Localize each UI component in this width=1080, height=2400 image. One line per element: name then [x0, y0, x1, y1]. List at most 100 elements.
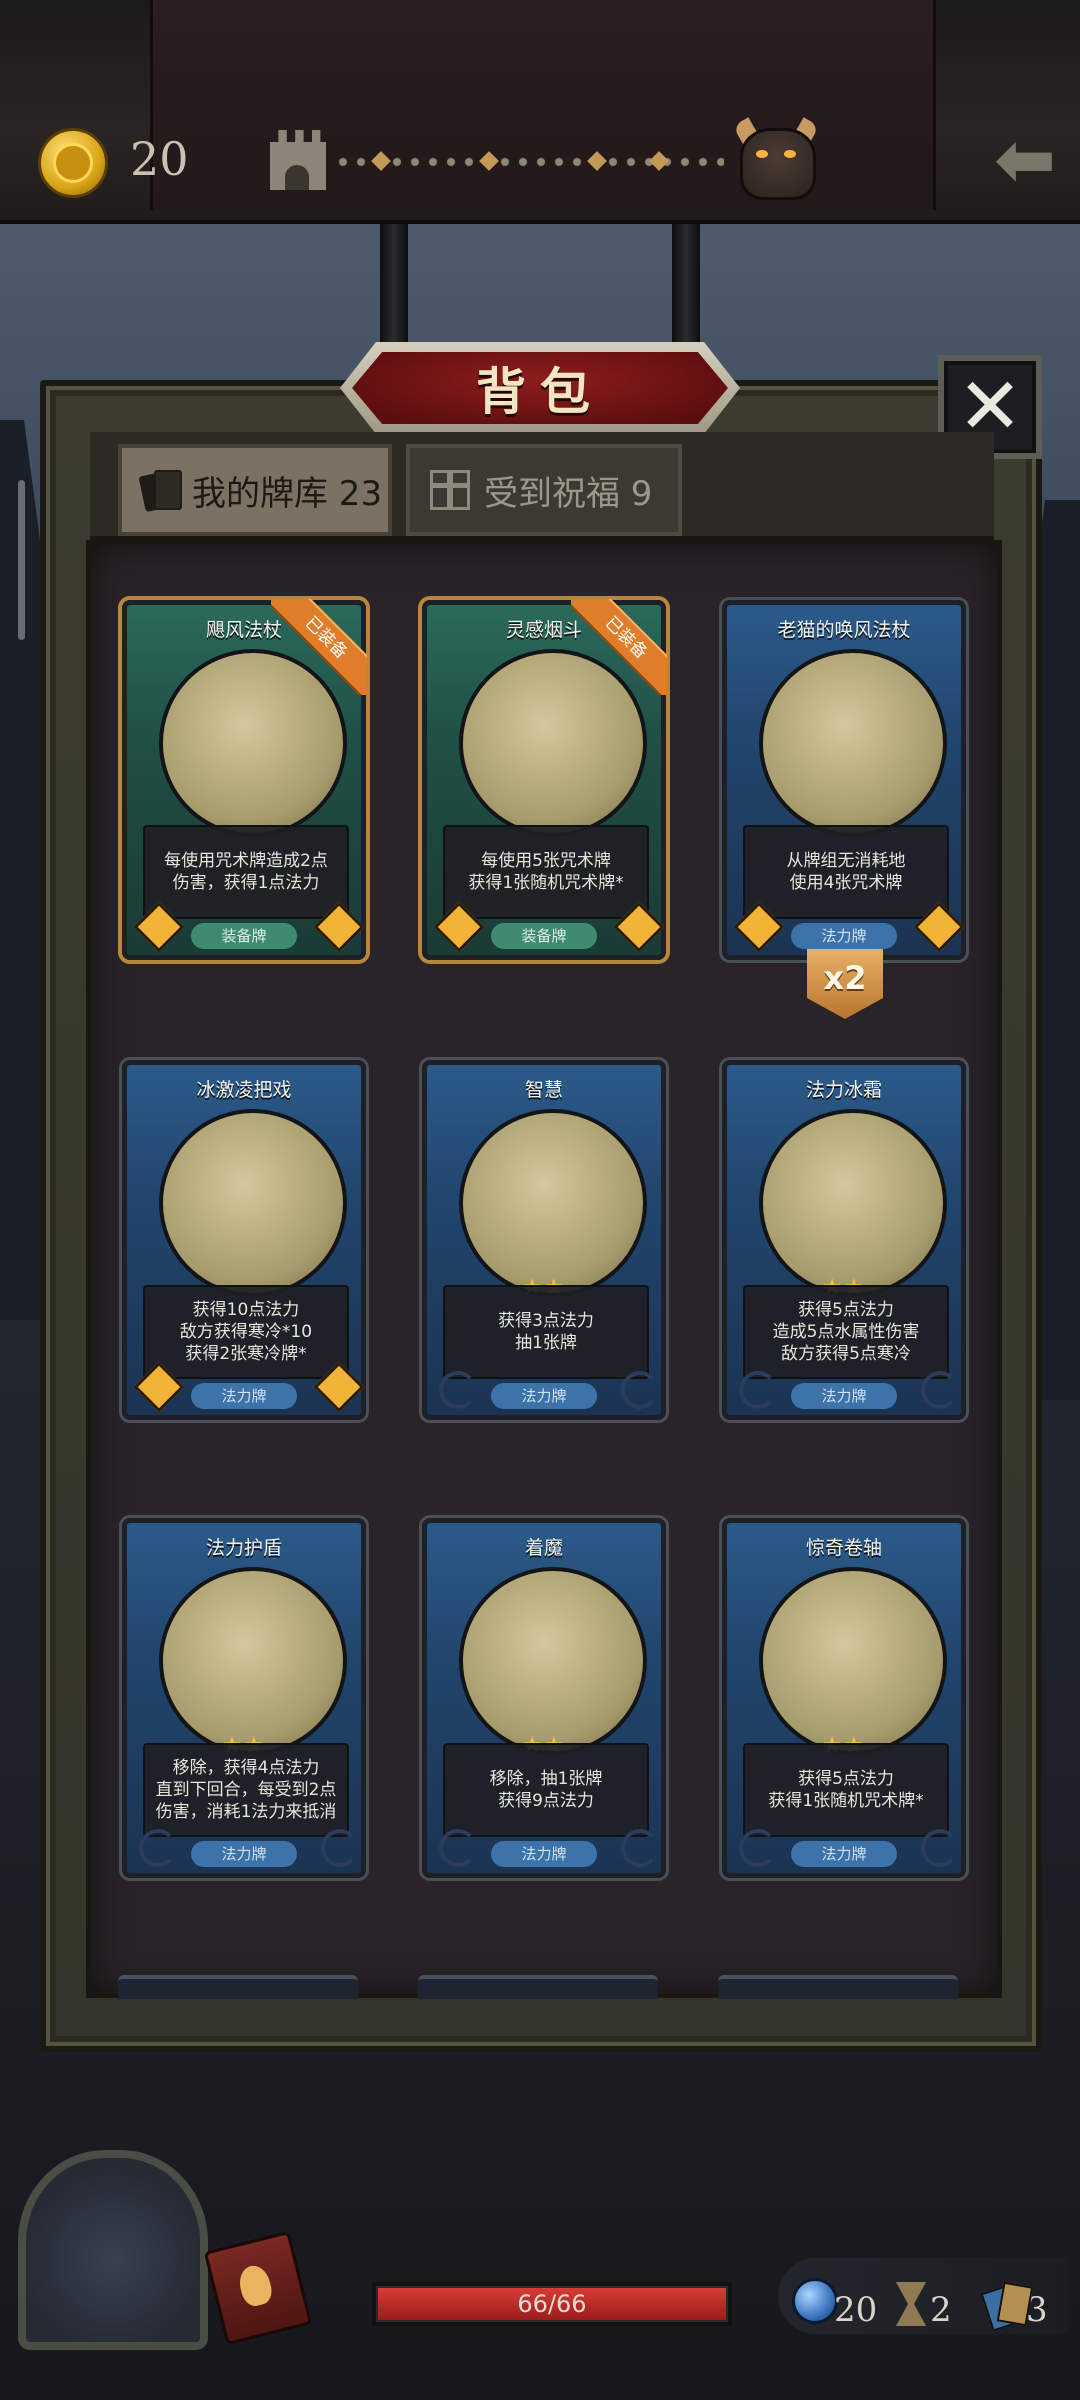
card-type-label: 装备牌: [491, 923, 597, 949]
tab-label: 受到祝福 9: [484, 473, 653, 514]
title-plate-inner: 背包: [352, 352, 728, 424]
stat-deck: 3: [986, 2264, 1048, 2330]
card-description-line: 获得1张随机咒术牌*: [768, 1791, 924, 1811]
card-3[interactable]: 冰激凌把戏 获得10点法力 敌方获得寒冷*10 获得2张寒冷牌* 法力牌: [122, 1060, 366, 1420]
card-description-line: 造成5点水属性伤害: [772, 1322, 920, 1342]
card-description-line: 伤害，获得1点法力: [172, 873, 320, 893]
back-arrow-icon[interactable]: ⬅: [985, 123, 1065, 197]
boss-eye: [784, 150, 796, 158]
boss-eye: [756, 150, 768, 158]
card-description-line: 获得3点法力: [498, 1311, 594, 1331]
mana-orb-icon: [792, 2278, 838, 2324]
hero-portrait[interactable]: [18, 2150, 208, 2350]
card-description-line: 每使用咒术牌造成2点: [164, 851, 328, 871]
card-description-line: 使用4张咒术牌: [789, 873, 903, 893]
card-type-label: 法力牌: [791, 1841, 897, 1867]
card-name: 着魔: [524, 1537, 563, 1559]
card-name: 惊奇卷轴: [805, 1537, 882, 1559]
stat-value: 2: [930, 2290, 952, 2330]
tab-blessings[interactable]: 受到祝福 9: [406, 444, 682, 536]
hp-bar: 66/66: [372, 2282, 732, 2326]
card-description-line: 获得10点法力: [192, 1300, 300, 1320]
tab-my-deck[interactable]: 我的牌库 23: [118, 444, 392, 536]
card-type-label: 法力牌: [191, 1841, 297, 1867]
card-art: [759, 1109, 947, 1297]
card-art: [159, 1567, 347, 1755]
card-art: [459, 1567, 647, 1755]
castle-door: [285, 165, 309, 190]
corner-swirl-icon: [739, 1829, 777, 1867]
card-description-line: 移除，抽1张牌: [489, 1769, 603, 1789]
card-description-line: 直到下回合，每受到2点: [155, 1780, 337, 1800]
card-peek: [418, 1975, 658, 1999]
cards-icon: [142, 468, 182, 512]
stat-mana: 20: [792, 2264, 877, 2330]
scrollbar[interactable]: [18, 480, 25, 640]
card-description: 获得3点法力 抽1张牌: [443, 1285, 649, 1379]
card-description: 获得5点法力 获得1张随机咒术牌*: [743, 1743, 949, 1837]
card-7[interactable]: 着魔★★移除，抽1张牌获得9点法力法力牌: [422, 1518, 666, 1878]
equipped-label: 已装备: [571, 599, 667, 695]
hp-text: 66/66: [517, 2290, 587, 2318]
card-description: 每使用咒术牌造成2点 伤害，获得1点法力: [143, 825, 349, 919]
card-description-line: 伤害，消耗1法力来抵消: [155, 1802, 337, 1822]
corner-swirl-icon: [439, 1371, 477, 1409]
panel-title: 背包: [476, 363, 604, 421]
card-8[interactable]: 惊奇卷轴★★获得5点法力获得1张随机咒术牌*法力牌: [722, 1518, 966, 1878]
card-description: 移除，抽1张牌 获得9点法力: [443, 1743, 649, 1837]
top-bar: [0, 0, 1080, 224]
card-2[interactable]: 老猫的唤风法杖 从牌组无消耗地 使用4张咒术牌 法力牌: [722, 600, 966, 960]
card-1[interactable]: 灵感烟斗 每使用5张咒术牌 获得1张随机咒术牌* 装备牌 已装备: [422, 599, 667, 960]
card-peek: [718, 1975, 958, 1999]
card-type-label: 法力牌: [491, 1383, 597, 1409]
card-art: [759, 649, 947, 837]
card-peek: [118, 1975, 358, 1999]
card-name: 法力护盾: [205, 1537, 282, 1559]
gift-icon: [430, 470, 470, 510]
card-description: 获得5点法力 造成5点水属性伤害 敌方获得5点寒冷: [743, 1285, 949, 1379]
card-name: 智慧: [524, 1079, 563, 1101]
equipped-ribbon: 已装备: [571, 599, 667, 695]
corner-swirl-icon: [621, 1371, 659, 1409]
equipped-label: 已装备: [271, 599, 367, 695]
tab-label: 我的牌库 23: [192, 473, 383, 514]
card-description: 获得10点法力 敌方获得寒冷*10 获得2张寒冷牌*: [143, 1285, 349, 1379]
card-5[interactable]: 法力冰霜★★获得5点法力造成5点水属性伤害敌方获得5点寒冷法力牌: [722, 1060, 966, 1420]
card-type-label: 法力牌: [791, 1383, 897, 1409]
card-description-line: 抽1张牌: [515, 1333, 577, 1353]
card-description: 从牌组无消耗地 使用4张咒术牌: [743, 825, 949, 919]
card-4[interactable]: 智慧★★获得3点法力抽1张牌法力牌: [422, 1060, 666, 1420]
corner-swirl-icon: [921, 1371, 959, 1409]
card-description-line: 移除，获得4点法力: [172, 1758, 320, 1778]
stat-turns: 2: [896, 2264, 952, 2330]
card-6[interactable]: 法力护盾★★移除，获得4点法力直到下回合，每受到2点伤害，消耗1法力来抵消法力牌: [122, 1518, 366, 1878]
hourglass-icon: [896, 2282, 926, 2326]
card-0[interactable]: 飓风法杖 每使用咒术牌造成2点 伤害，获得1点法力 装备牌 已装备: [122, 599, 367, 960]
card-name: 老猫的唤风法杖: [777, 619, 911, 641]
card-art: [759, 1567, 947, 1755]
deck-icon: [986, 2282, 1030, 2326]
boss-icon[interactable]: [740, 128, 816, 200]
card-description: 移除，获得4点法力 直到下回合，每受到2点 伤害，消耗1法力来抵消: [143, 1743, 349, 1837]
card-art: [159, 1109, 347, 1297]
top-banner: [150, 0, 936, 210]
card-description-line: 敌方获得寒冷*10: [179, 1322, 313, 1342]
card-description-line: 获得5点法力: [798, 1300, 894, 1320]
equipped-ribbon: 已装备: [271, 599, 367, 695]
gold-count: 20: [130, 132, 189, 186]
card-description: 每使用5张咒术牌 获得1张随机咒术牌*: [443, 825, 649, 919]
card-description-line: 获得2张寒冷牌*: [185, 1344, 307, 1364]
card-description-line: 从牌组无消耗地: [786, 851, 906, 871]
card-description-line: 敌方获得5点寒冷: [781, 1344, 911, 1364]
gold-coin-icon: [38, 128, 108, 198]
card-type-label: 法力牌: [791, 923, 897, 949]
stat-value: 20: [834, 2290, 878, 2330]
card-description-line: 获得9点法力: [498, 1791, 594, 1811]
card-type-label: 法力牌: [191, 1383, 297, 1409]
card-type-label: 法力牌: [491, 1841, 597, 1867]
corner-swirl-icon: [739, 1371, 777, 1409]
corner-swirl-icon: [139, 1829, 177, 1867]
card-name: 法力冰霜: [805, 1079, 882, 1101]
corner-swirl-icon: [439, 1829, 477, 1867]
corner-swirl-icon: [921, 1829, 959, 1867]
